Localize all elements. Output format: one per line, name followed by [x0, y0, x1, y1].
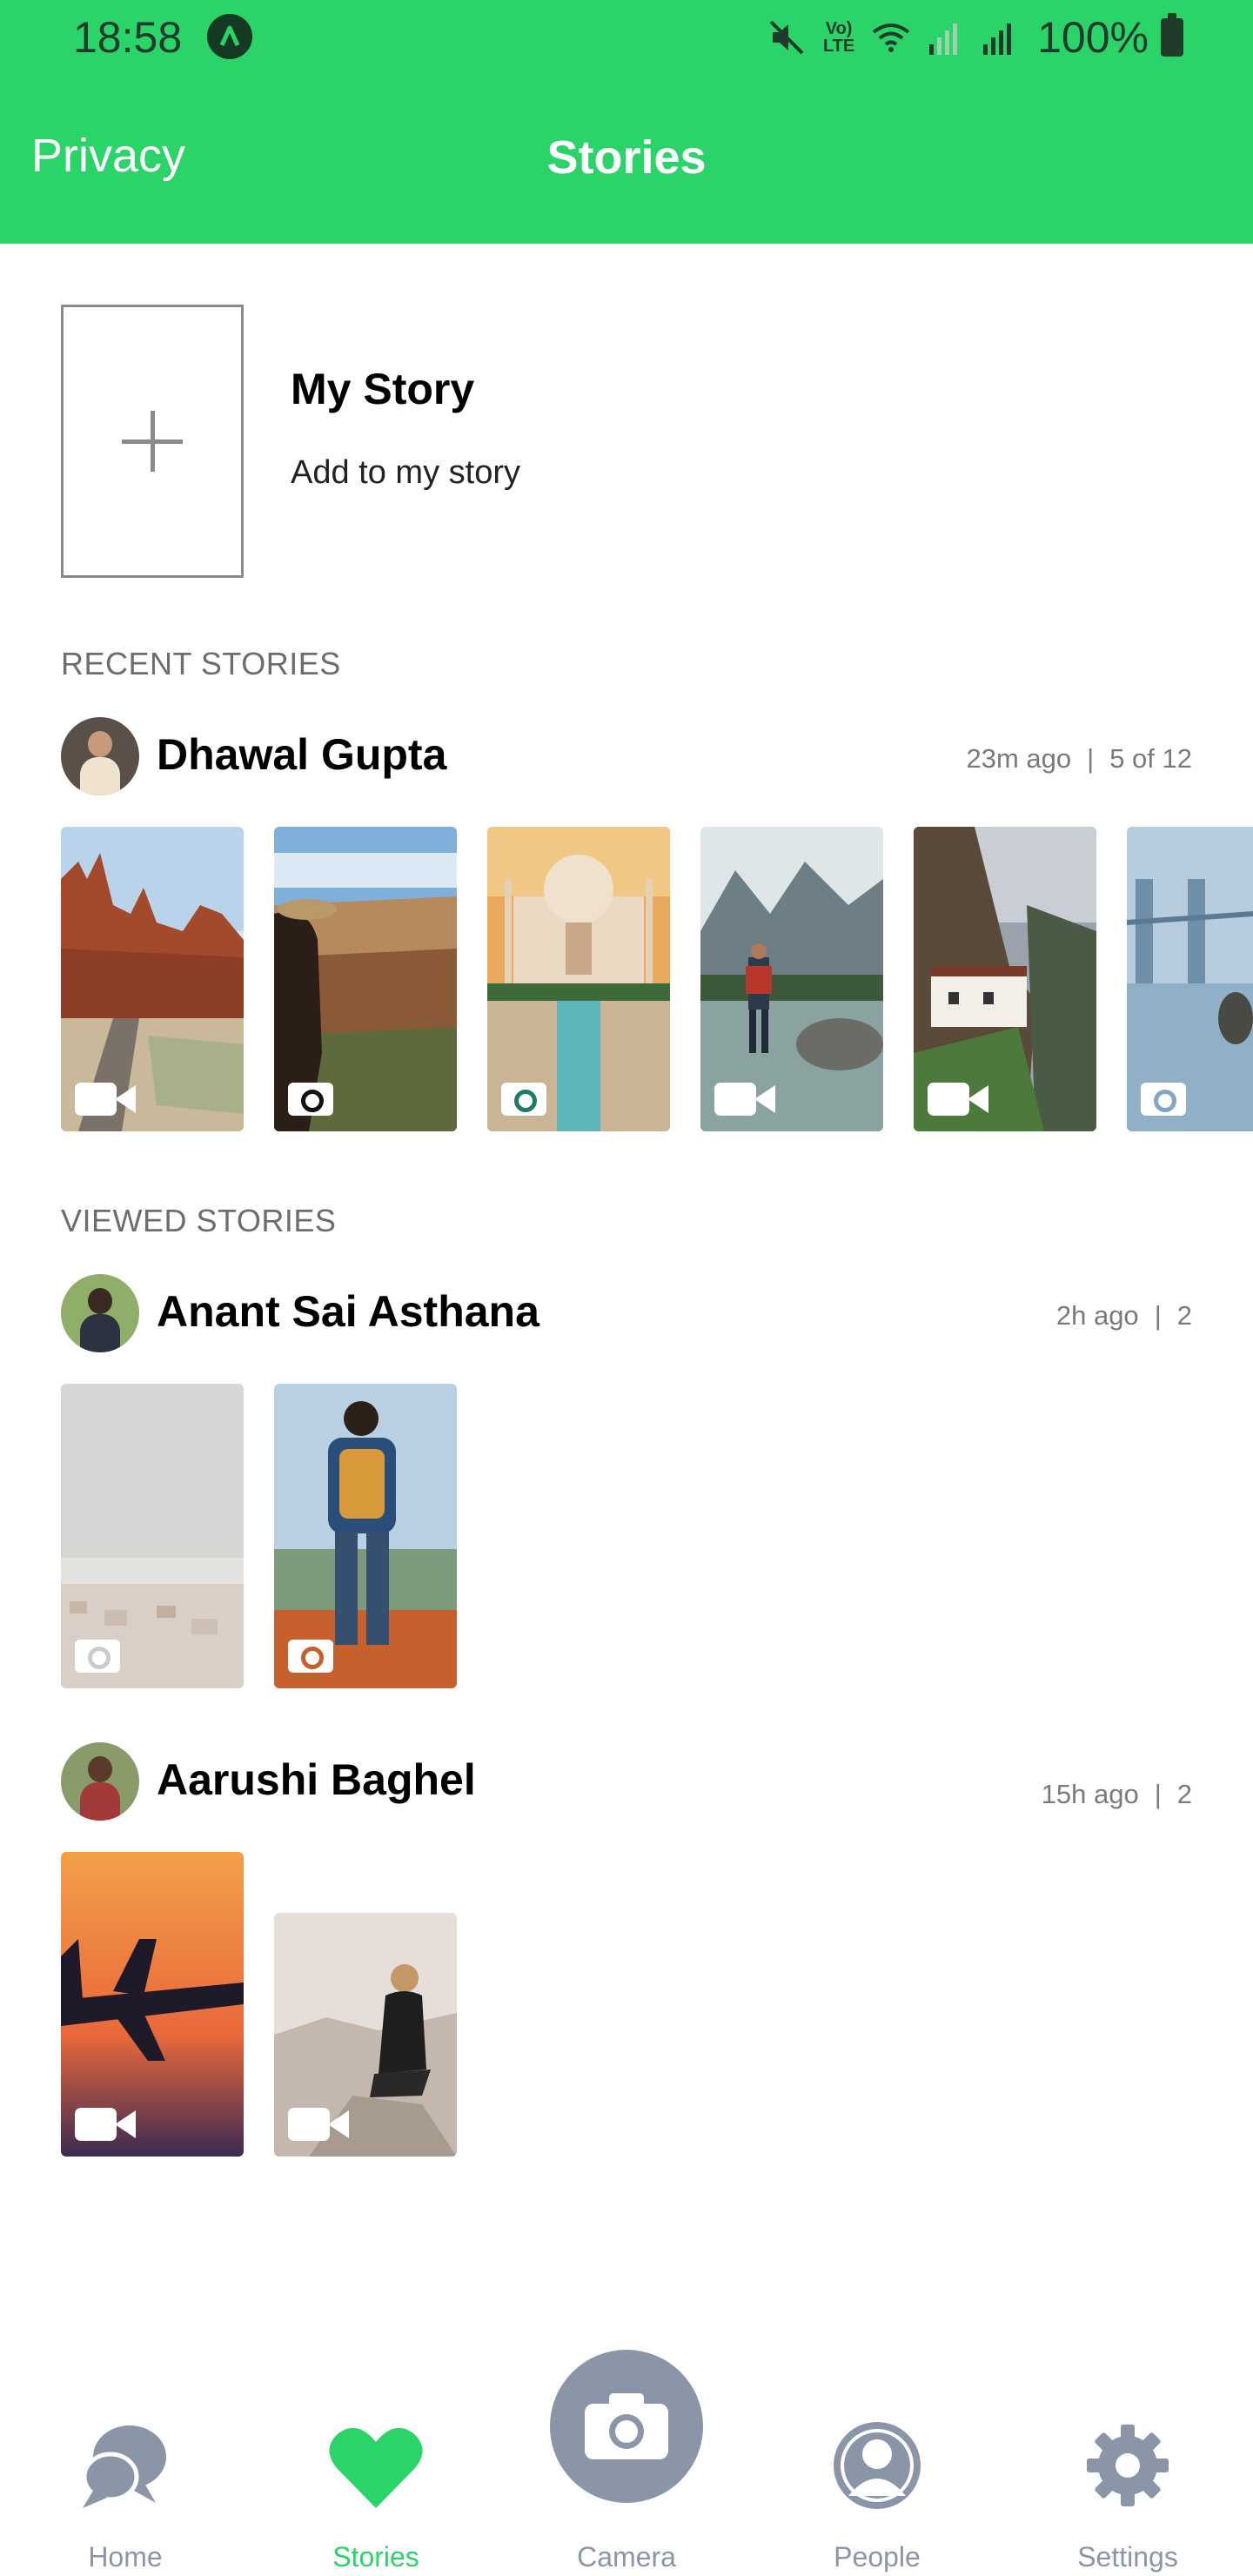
story-time: 15h ago [1041, 1779, 1139, 1809]
story-time: 23m ago [966, 743, 1072, 774]
page-title: Stories [546, 131, 707, 184]
story-meta: 23m ago | 5 of 12 [966, 743, 1192, 775]
wifi-icon [872, 23, 910, 52]
meta-separator: | [1154, 1300, 1162, 1331]
avatar [61, 1274, 139, 1352]
story-count: 5 of 12 [1109, 743, 1192, 774]
story-thumbnail[interactable] [700, 827, 883, 1131]
signal-icon [983, 23, 1012, 55]
add-story-button[interactable] [61, 305, 244, 578]
status-time: 18:58 [73, 13, 183, 62]
nav-home[interactable]: Home [38, 2341, 212, 2576]
app-header: 18:58 Vo) LTE 100% Privacy Stories [0, 0, 1253, 244]
battery-icon [1161, 13, 1183, 57]
heart-icon [329, 2427, 423, 2508]
story-thumbnail[interactable] [914, 827, 1096, 1131]
nav-camera[interactable]: Camera [539, 2341, 714, 2576]
meta-separator: | [1154, 1779, 1162, 1809]
story-user-row[interactable]: Anant Sai Asthana 2h ago | 2 [61, 1274, 1192, 1352]
plus-icon [122, 411, 183, 472]
story-meta: 2h ago | 2 [1056, 1300, 1192, 1332]
nav-stories[interactable]: Stories [289, 2341, 463, 2576]
user-name: Anant Sai Asthana [157, 1287, 539, 1336]
video-icon [928, 1083, 992, 1116]
video-icon [288, 2108, 352, 2141]
video-icon [75, 2108, 139, 2141]
story-thumbnail[interactable] [61, 1852, 244, 2157]
meta-separator: | [1087, 743, 1095, 774]
camera-icon [288, 1083, 333, 1116]
story-thumbnail[interactable] [1127, 827, 1253, 1131]
my-story-subtitle[interactable]: Add to my story [291, 454, 520, 492]
my-story-title[interactable]: My Story [291, 364, 474, 414]
avatar [61, 1742, 139, 1821]
gear-icon [1087, 2425, 1169, 2506]
story-count: 2 [1176, 1779, 1192, 1809]
nav-label: People [834, 2541, 921, 2573]
person-icon [834, 2422, 921, 2509]
nav-label: Camera [577, 2541, 676, 2573]
camera-icon [75, 1640, 120, 1673]
mute-icon [769, 20, 804, 55]
story-count: 2 [1176, 1300, 1192, 1331]
user-name: Dhawal Gupta [157, 730, 447, 779]
signal-roaming-icon [929, 23, 958, 55]
nav-people[interactable]: People [790, 2341, 964, 2576]
chat-bubbles-icon [82, 2425, 166, 2508]
nav-label: Settings [1077, 2541, 1178, 2573]
story-meta: 15h ago | 2 [1042, 1779, 1192, 1810]
viewed-stories-label: VIEWED STORIES [61, 1203, 337, 1238]
recent-stories-label: RECENT STORIES [61, 646, 341, 681]
avatar [61, 717, 139, 795]
volte-icon: Vo) LTE [822, 19, 855, 56]
story-thumbnail[interactable] [274, 1913, 457, 2157]
story-time: 2h ago [1055, 1300, 1139, 1331]
app-notification-icon [207, 14, 252, 59]
story-user-row[interactable]: Aarushi Baghel 15h ago | 2 [61, 1742, 1192, 1821]
nav-label: Home [88, 2541, 163, 2573]
story-thumbnail[interactable] [487, 827, 670, 1131]
user-name: Aarushi Baghel [157, 1755, 476, 1804]
story-user-row[interactable]: Dhawal Gupta 23m ago | 5 of 12 [61, 717, 1192, 795]
story-thumbnail[interactable] [61, 1384, 244, 1688]
camera-icon [1141, 1083, 1186, 1116]
camera-icon [288, 1640, 333, 1673]
story-thumbnail[interactable] [274, 1384, 457, 1688]
video-icon [75, 1083, 139, 1116]
status-icons: Vo) LTE 100% [766, 7, 1183, 68]
story-thumbnail[interactable] [61, 827, 244, 1131]
story-thumbnail[interactable] [274, 827, 457, 1131]
battery-percent: 100% [1037, 13, 1149, 62]
nav-label: Stories [332, 2541, 419, 2573]
video-icon [714, 1083, 779, 1116]
nav-settings[interactable]: Settings [1041, 2341, 1215, 2576]
camera-icon [501, 1083, 546, 1116]
